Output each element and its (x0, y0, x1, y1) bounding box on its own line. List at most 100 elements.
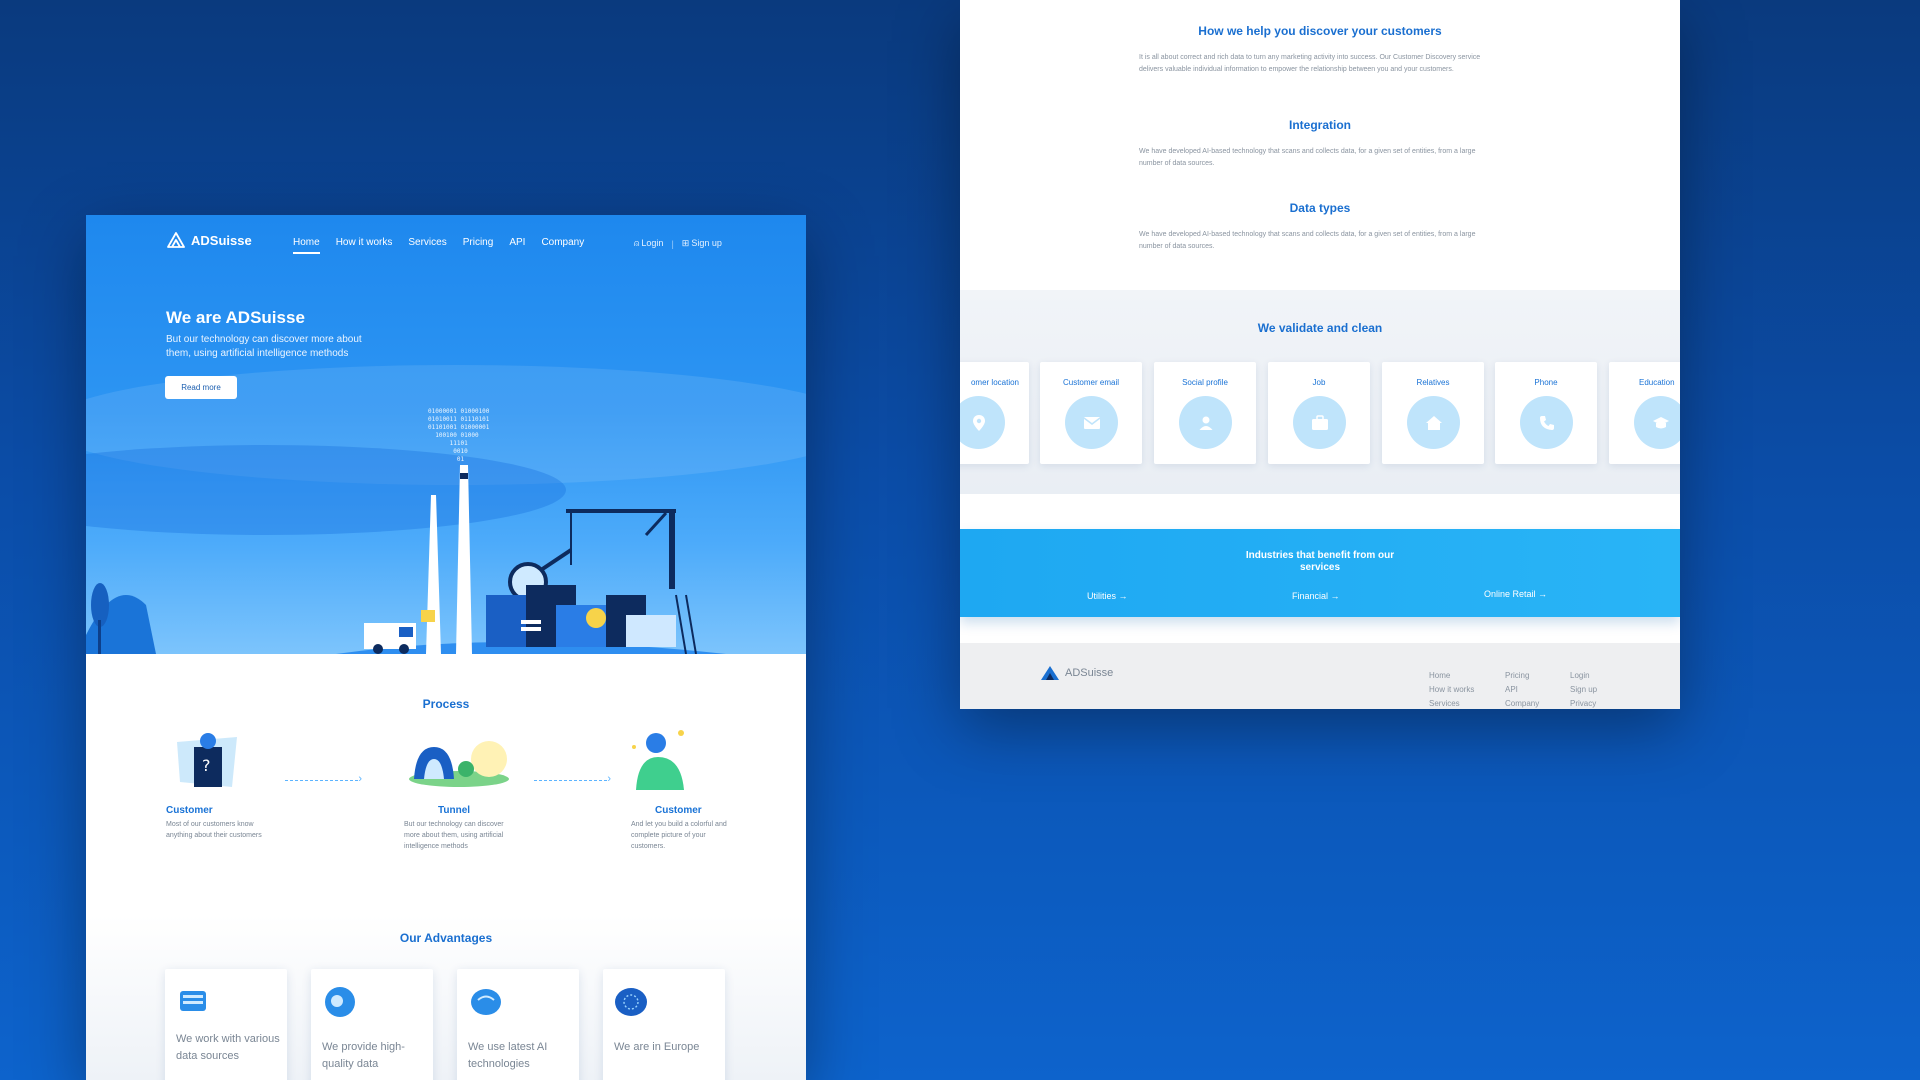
home-icon (1407, 396, 1460, 449)
process-step-3: Customer And let you build a colorful an… (631, 805, 741, 852)
footer-column-1: Home How it works Services (1429, 669, 1474, 709)
section-heading: Integration (1289, 118, 1351, 132)
brand-name: ADSuisse (191, 232, 252, 248)
advantage-card-quality: We provide high-quality data (311, 969, 433, 1080)
footer-link[interactable]: Login (1570, 669, 1597, 683)
graduation-cap-icon (1634, 396, 1680, 449)
process-step-desc: And let you build a colorful and complet… (631, 821, 727, 850)
section-heading: How we help you discover your customers (1198, 24, 1442, 38)
process-step-desc: Most of our customers know anything abou… (166, 821, 262, 839)
nav-home[interactable]: Home (293, 237, 320, 254)
quality-hand-icon (325, 987, 355, 1017)
data-sources-icon (180, 991, 206, 1011)
phone-icon (1520, 396, 1573, 449)
footer-column-2: Pricing API Company (1505, 669, 1539, 709)
integration-section: Integration (960, 118, 1680, 132)
validate-card-label: Customer email (1062, 378, 1119, 387)
auth-links: ⍝ Login | ⊞ Sign up (634, 238, 722, 249)
top-nav: ADSuisse Home How it works Services Pric… (86, 215, 806, 275)
advantage-card-ai: We use latest AI technologies (457, 969, 579, 1080)
industry-link-online-retail[interactable]: Online Retail → (1484, 589, 1547, 599)
logo-mark-icon (167, 232, 185, 248)
advantage-card-europe: We are in Europe (603, 969, 725, 1080)
nav-services[interactable]: Services (408, 237, 446, 248)
validate-card-label: omer location (970, 378, 1019, 387)
industry-link-financial[interactable]: Financial → (1292, 591, 1340, 601)
homepage-mockup: ADSuisse Home How it works Services Pric… (86, 215, 806, 1080)
industries-title: Industries that benefit from our service… (1245, 550, 1395, 573)
data-types-section: Data types (960, 201, 1680, 215)
footer-link[interactable]: Pricing (1505, 669, 1539, 683)
nav-company[interactable]: Company (541, 237, 584, 248)
footer-link[interactable]: API (1505, 683, 1539, 697)
footer-logo[interactable]: ADSuisse (1040, 665, 1113, 681)
validate-card-label: Social profile (1182, 378, 1228, 387)
validate-card-education[interactable]: Education (1609, 362, 1680, 464)
tunnel-illustration (409, 741, 509, 787)
hero-subtitle: But our technology can discover more abo… (166, 334, 362, 359)
login-link[interactable]: ⍝ Login (634, 238, 663, 249)
main-menu: Home How it works Services Pricing API C… (293, 237, 584, 254)
section-text: It is all about correct and rich data to… (1139, 54, 1481, 73)
ai-brain-icon (471, 989, 501, 1015)
logo-mark-icon (1041, 666, 1059, 680)
location-pin-icon (960, 396, 1005, 449)
process-step-2: Tunnel But our technology can discover m… (404, 805, 514, 852)
industry-link-utilities[interactable]: Utilities → (1087, 591, 1128, 601)
footer-brand-name: ADSuisse (1065, 667, 1114, 679)
process-step-desc: But our technology can discover more abo… (404, 821, 504, 850)
advantage-card-sources: We work with various data sources (165, 969, 287, 1080)
footer-link[interactable]: Company (1505, 697, 1539, 709)
section-text: We have developed AI-based technology th… (1139, 231, 1476, 250)
hero-section: ADSuisse Home How it works Services Pric… (86, 215, 806, 654)
section-text: We have developed AI-based technology th… (1139, 148, 1476, 167)
validate-card-label: Phone (1534, 378, 1558, 387)
advantage-text: We use latest AI technologies (468, 1041, 548, 1070)
process-step-1: Customer Most of our customers know anyt… (166, 805, 276, 841)
validate-section: We validate and clean (960, 321, 1680, 335)
nav-how-it-works[interactable]: How it works (336, 237, 393, 248)
confused-customer-illustration: ? (177, 733, 237, 787)
validate-card-social[interactable]: Social profile (1154, 362, 1256, 464)
footer-link[interactable]: Services (1429, 697, 1474, 709)
signup-link[interactable]: ⊞ Sign up (682, 238, 722, 249)
svg-text:?: ? (202, 756, 211, 775)
nav-pricing[interactable]: Pricing (463, 237, 494, 248)
footer-link[interactable]: How it works (1429, 683, 1474, 697)
validate-card-phone[interactable]: Phone (1495, 362, 1597, 464)
section-heading: We validate and clean (1257, 321, 1383, 335)
briefcase-icon (1293, 396, 1346, 449)
brand-logo[interactable]: ADSuisse (166, 232, 252, 248)
auth-divider: | (671, 238, 674, 249)
nav-api[interactable]: API (509, 237, 525, 248)
process-step-title: Customer (166, 805, 213, 816)
validate-card-job[interactable]: Job (1268, 362, 1370, 464)
validate-card-email[interactable]: Customer email (1040, 362, 1142, 464)
section-heading: Data types (1289, 201, 1351, 215)
validate-card-relatives[interactable]: Relatives (1382, 362, 1484, 464)
hero-title: We are ADSuisse (166, 308, 305, 327)
footer-link[interactable]: Home (1429, 669, 1474, 683)
envelope-icon (1065, 396, 1118, 449)
services-page-mockup: How we help you discover your customers … (960, 0, 1680, 709)
validate-card-location[interactable]: omer location (960, 362, 1029, 464)
user-icon (1179, 396, 1232, 449)
footer-link[interactable]: Privacy (1570, 697, 1597, 709)
login-label: Login (641, 238, 664, 248)
process-step-title: Customer (655, 805, 702, 816)
login-icon: ⍝ (634, 238, 640, 248)
footer-column-3: Login Sign up Privacy (1570, 669, 1597, 709)
signup-label: Sign up (691, 238, 722, 248)
validate-card-label: Job (1312, 378, 1326, 387)
read-more-button[interactable]: Read more (165, 376, 237, 399)
advantage-text: We are in Europe (614, 1041, 700, 1053)
happy-customer-illustration (632, 730, 684, 790)
validate-card-label: Education (1639, 378, 1675, 387)
discover-section: How we help you discover your customers (960, 24, 1680, 38)
footer-link[interactable]: Sign up (1570, 683, 1597, 697)
industries-banner: Industries that benefit from our service… (960, 529, 1680, 617)
validate-card-label: Relatives (1416, 378, 1450, 387)
factory-illustration (86, 465, 726, 654)
process-arrow-1 (285, 773, 362, 785)
advantages-title: Our Advantages (399, 931, 493, 945)
